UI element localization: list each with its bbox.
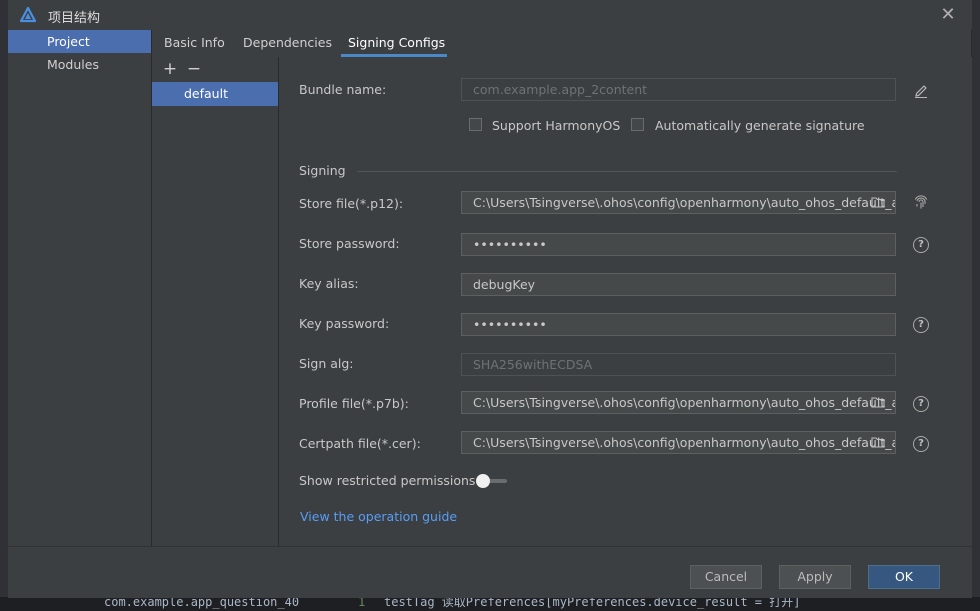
tab-basic-info[interactable]: Basic Info <box>164 30 225 57</box>
operation-guide-link[interactable]: View the operation guide <box>300 509 457 524</box>
close-icon[interactable]: ✕ <box>938 5 958 25</box>
cancel-button[interactable]: Cancel <box>690 565 762 589</box>
help-icon[interactable]: ? <box>913 237 929 253</box>
background-code-text: com.example.app_question_40 <box>104 597 300 609</box>
key-password-label: Key password: <box>299 316 390 331</box>
store-password-label: Store password: <box>299 236 400 251</box>
profile-file-value: C:\Users\Tsingverse\.ohos\config\openhar… <box>473 395 895 410</box>
signing-section-divider <box>357 171 897 172</box>
left-nav: Project Modules <box>8 30 151 546</box>
dialog-footer: Cancel Apply OK <box>8 546 972 598</box>
certpath-file-field[interactable]: C:\Users\Tsingverse\.ohos\config\openhar… <box>461 431 896 454</box>
bundle-name-field: com.example.app_2content <box>461 78 896 101</box>
restricted-permissions-label: Show restricted permissions <box>299 473 476 488</box>
tab-signing-configs[interactable]: Signing Configs <box>348 30 445 57</box>
help-icon[interactable]: ? <box>913 436 929 452</box>
toggle-knob <box>476 474 490 488</box>
help-icon[interactable]: ? <box>913 317 929 333</box>
certpath-file-label: Certpath file(*.cer): <box>299 436 421 451</box>
store-password-field[interactable]: •••••••••• <box>461 233 896 256</box>
sign-alg-label: Sign alg: <box>299 356 354 371</box>
project-structure-dialog: 项目结构 ✕ Project Modules Basic Info Depend… <box>8 0 972 598</box>
edit-pencil-icon[interactable] <box>913 83 929 99</box>
signing-config-list-panel: + − default <box>152 57 278 546</box>
folder-icon[interactable] <box>871 196 885 208</box>
background-ide-left <box>0 0 8 611</box>
background-code-text-2: testTag 读取Preferences[myPreferences.devi… <box>384 597 801 609</box>
profile-file-field[interactable]: C:\Users\Tsingverse\.ohos\config\openhar… <box>461 391 896 414</box>
add-config-button[interactable]: + <box>161 60 179 78</box>
folder-icon[interactable] <box>871 436 885 448</box>
support-harmonyos-checkbox[interactable] <box>469 118 482 131</box>
auto-generate-signature-label: Automatically generate signature <box>655 118 865 133</box>
sign-alg-field: SHA256withECDSA <box>461 353 896 376</box>
nav-item-project[interactable]: Project <box>8 30 151 53</box>
dialog-titlebar: 项目结构 ✕ <box>8 0 972 30</box>
tab-bar: Basic Info Dependencies Signing Configs <box>152 30 972 57</box>
key-alias-field[interactable]: debugKey <box>461 273 896 296</box>
apply-button[interactable]: Apply <box>779 565 851 589</box>
background-code-gutter: 1 <box>358 597 366 609</box>
fingerprint-icon[interactable] <box>913 195 929 211</box>
ok-button[interactable]: OK <box>868 565 940 589</box>
background-code-line: com.example.app_question_40 1 testTag 读取… <box>0 597 980 611</box>
store-file-value: C:\Users\Tsingverse\.ohos\config\openhar… <box>473 195 895 210</box>
store-file-label: Store file(*.p12): <box>299 196 404 211</box>
background-ide-right <box>972 0 980 611</box>
dialog-title: 项目结构 <box>48 11 101 26</box>
config-item-default[interactable]: default <box>152 82 278 106</box>
bundle-name-label: Bundle name: <box>299 82 387 97</box>
help-icon[interactable]: ? <box>913 396 929 412</box>
profile-file-label: Profile file(*.p7b): <box>299 396 409 411</box>
key-password-field[interactable]: •••••••••• <box>461 313 896 336</box>
support-harmonyos-label: Support HarmonyOS <box>492 118 621 133</box>
remove-config-button[interactable]: − <box>185 60 203 78</box>
store-file-field[interactable]: C:\Users\Tsingverse\.ohos\config\openhar… <box>461 191 896 214</box>
auto-generate-signature-checkbox[interactable] <box>631 118 644 131</box>
nav-item-modules[interactable]: Modules <box>8 53 151 76</box>
deveco-logo-icon <box>20 7 36 23</box>
config-list-toolbar: + − <box>152 57 278 82</box>
signing-section-title: Signing <box>299 163 346 178</box>
tab-dependencies[interactable]: Dependencies <box>243 30 332 57</box>
signing-config-form: Bundle name: com.example.app_2content Su… <box>279 57 972 546</box>
folder-icon[interactable] <box>871 396 885 408</box>
certpath-file-value: C:\Users\Tsingverse\.ohos\config\openhar… <box>473 435 895 450</box>
restricted-permissions-toggle[interactable] <box>476 474 509 488</box>
key-alias-label: Key alias: <box>299 276 359 291</box>
